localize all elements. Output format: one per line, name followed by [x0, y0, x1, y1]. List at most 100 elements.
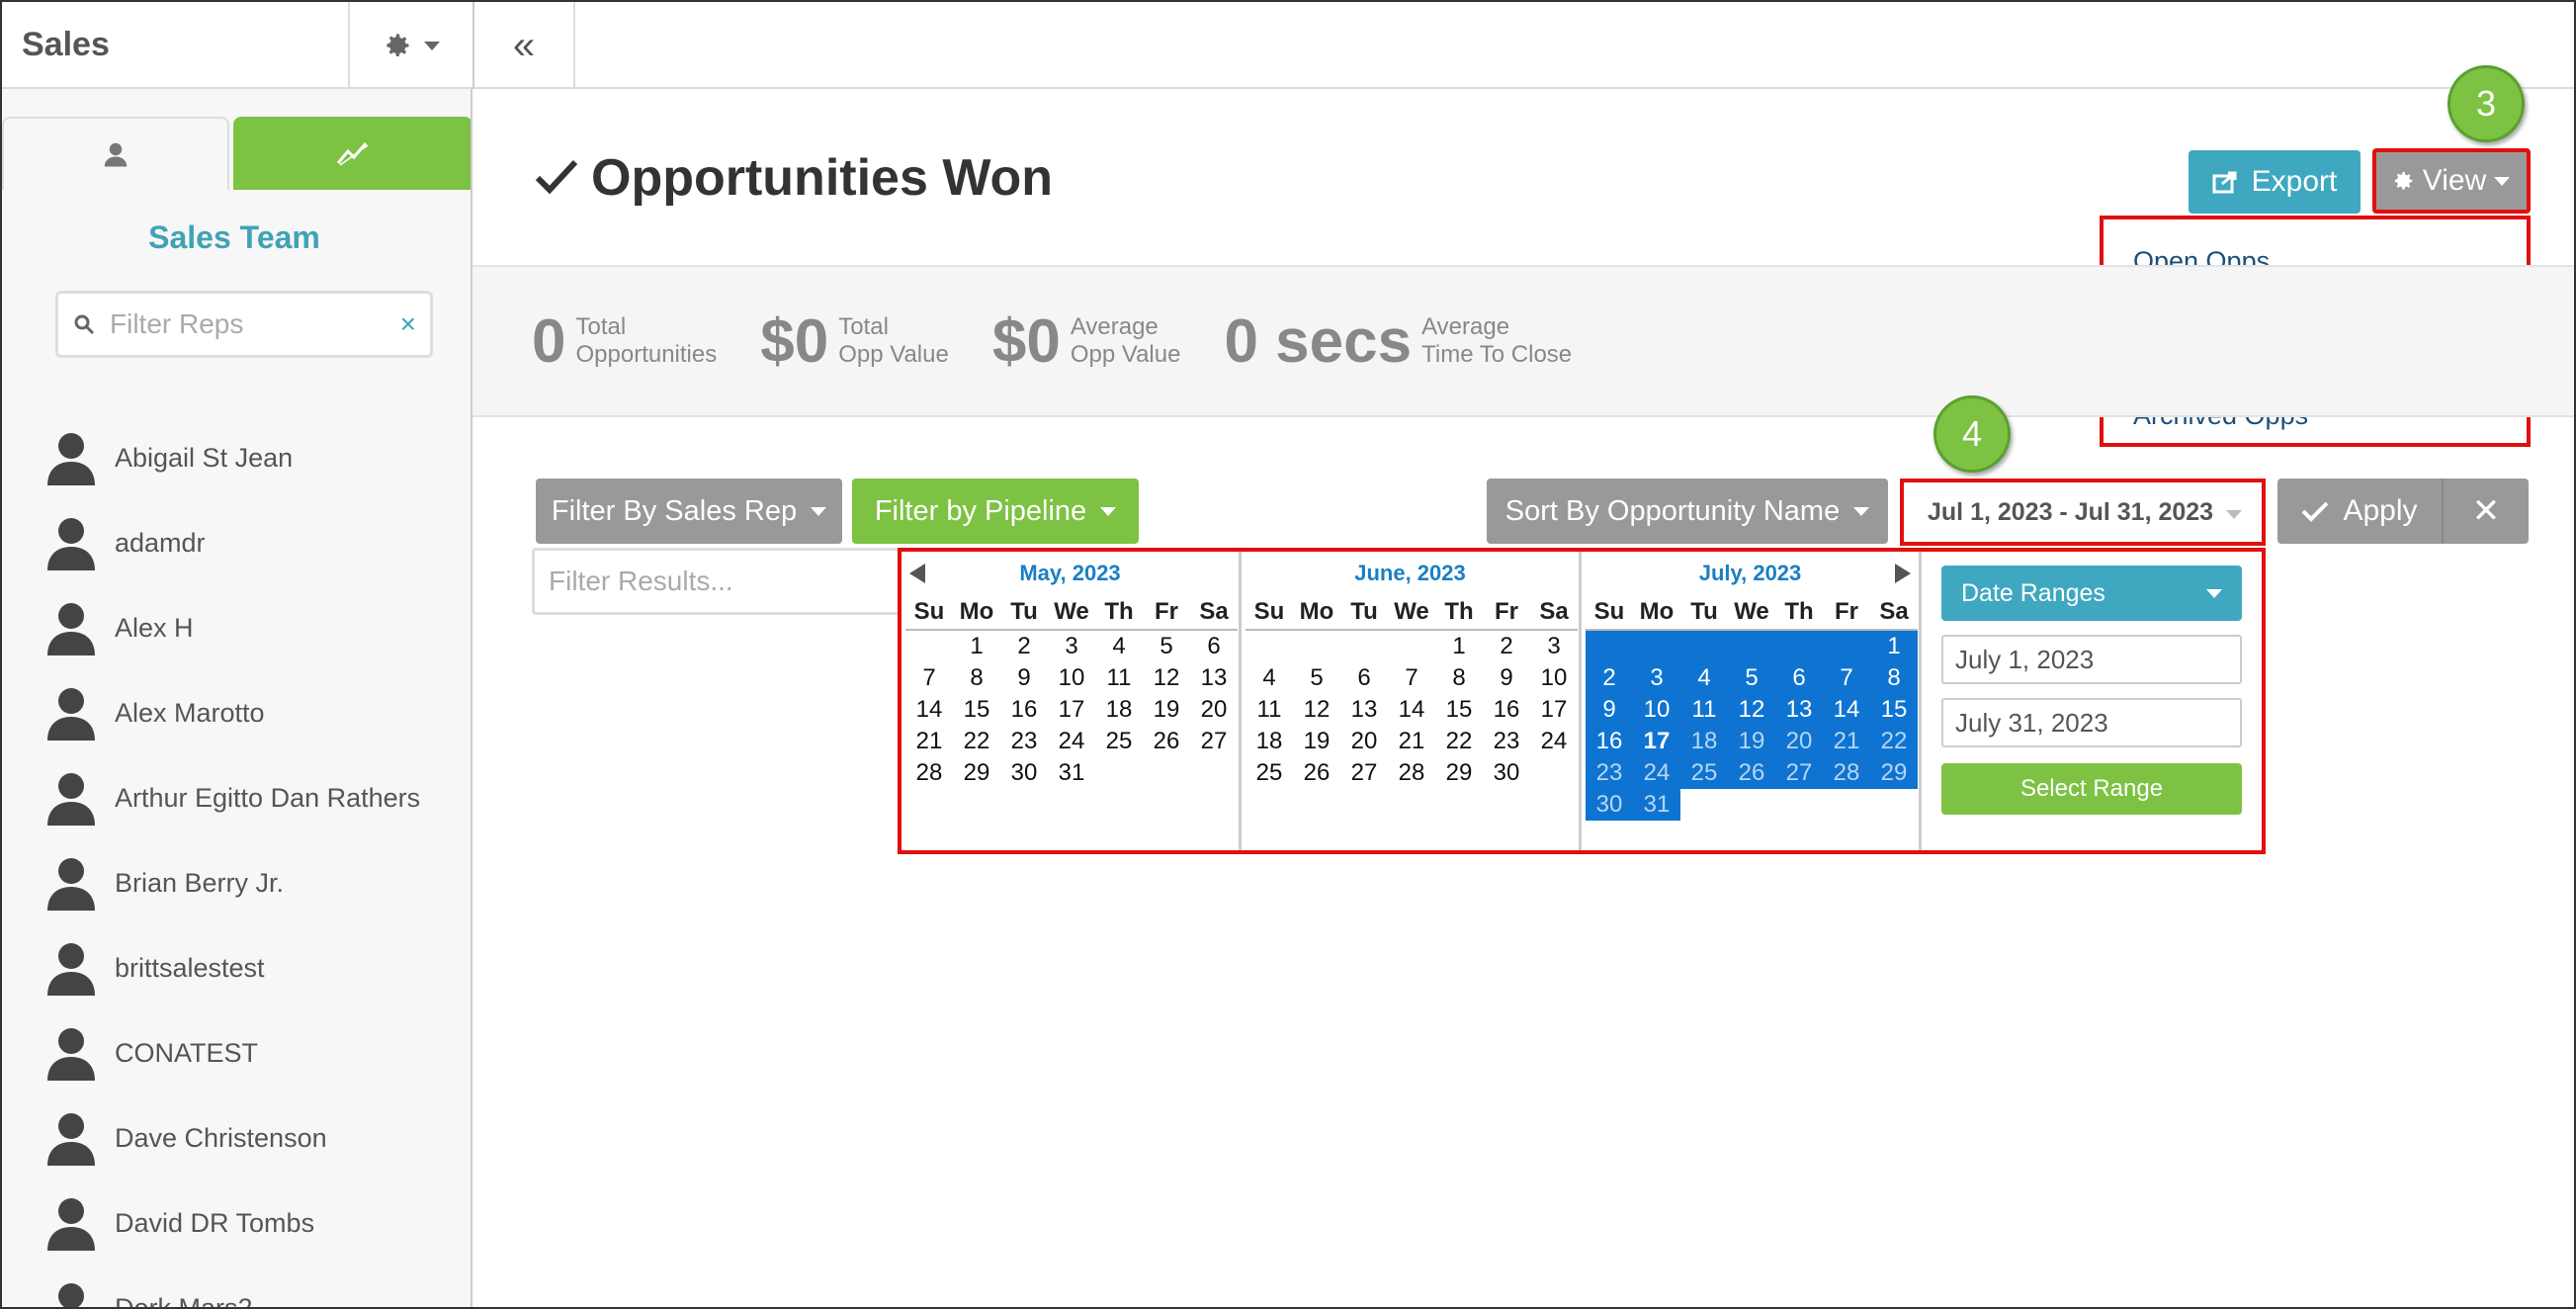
calendar-day[interactable]: 3: [1530, 631, 1578, 662]
calendar-day[interactable]: 10: [1048, 662, 1095, 694]
calendar-day[interactable]: 30: [1000, 757, 1048, 789]
end-date-input[interactable]: July 31, 2023: [1941, 698, 2242, 747]
calendar-day[interactable]: 6: [1190, 631, 1238, 662]
calendar-day[interactable]: 22: [953, 726, 1000, 757]
calendar-day[interactable]: 25: [1680, 757, 1728, 789]
calendar-day[interactable]: 12: [1293, 694, 1340, 726]
rep-list-item[interactable]: adamdr: [45, 500, 461, 585]
calendar-day[interactable]: 16: [1586, 726, 1633, 757]
clear-filters-button[interactable]: ✕: [2444, 479, 2529, 544]
calendar-day[interactable]: 24: [1048, 726, 1095, 757]
calendar-day[interactable]: 18: [1245, 726, 1293, 757]
rep-list-item[interactable]: David DR Tombs: [45, 1180, 461, 1265]
tab-reps[interactable]: [2, 117, 229, 190]
calendar-day[interactable]: 27: [1775, 757, 1823, 789]
calendar-day[interactable]: 11: [1680, 694, 1728, 726]
calendar-day[interactable]: 29: [1435, 757, 1483, 789]
calendar-day[interactable]: 29: [953, 757, 1000, 789]
calendar-day[interactable]: 5: [1143, 631, 1190, 662]
calendar-day[interactable]: 13: [1340, 694, 1388, 726]
next-month-icon[interactable]: [1895, 564, 1911, 583]
calendar-day[interactable]: 11: [1245, 694, 1293, 726]
rep-list-item[interactable]: Dave Christenson: [45, 1095, 461, 1180]
calendar-day[interactable]: 14: [1388, 694, 1435, 726]
rep-list-item[interactable]: Arthur Egitto Dan Rathers: [45, 755, 461, 840]
calendar-day[interactable]: 7: [1388, 662, 1435, 694]
calendar-day[interactable]: 31: [1633, 789, 1680, 821]
calendar-day[interactable]: 23: [1483, 726, 1530, 757]
calendar-day[interactable]: 11: [1095, 662, 1143, 694]
calendar-day[interactable]: 13: [1775, 694, 1823, 726]
calendar-day[interactable]: 2: [1483, 631, 1530, 662]
rep-list-item[interactable]: Derk Mars2: [45, 1265, 461, 1307]
calendar-day[interactable]: 25: [1095, 726, 1143, 757]
calendar-day[interactable]: 2: [1000, 631, 1048, 662]
calendar-day[interactable]: 8: [1435, 662, 1483, 694]
calendar-day[interactable]: 20: [1190, 694, 1238, 726]
calendar-day[interactable]: 15: [1435, 694, 1483, 726]
calendar-day[interactable]: 2: [1586, 662, 1633, 694]
calendar-day[interactable]: 19: [1728, 726, 1775, 757]
calendar-day[interactable]: 3: [1048, 631, 1095, 662]
filter-sales-rep-button[interactable]: Filter By Sales Rep: [536, 479, 842, 544]
apply-button[interactable]: Apply: [2277, 479, 2444, 544]
calendar-day[interactable]: 26: [1143, 726, 1190, 757]
calendar-day[interactable]: 25: [1245, 757, 1293, 789]
calendar-day[interactable]: 20: [1340, 726, 1388, 757]
calendar-day[interactable]: 29: [1870, 757, 1918, 789]
calendar-day[interactable]: 20: [1775, 726, 1823, 757]
calendar-day[interactable]: 24: [1633, 757, 1680, 789]
calendar-day[interactable]: 17: [1048, 694, 1095, 726]
calendar-day[interactable]: 4: [1245, 662, 1293, 694]
calendar-day[interactable]: 24: [1530, 726, 1578, 757]
calendar-day[interactable]: 7: [905, 662, 953, 694]
calendar-day[interactable]: 8: [1870, 662, 1918, 694]
calendar-day[interactable]: 28: [1823, 757, 1870, 789]
calendar-day[interactable]: 12: [1728, 694, 1775, 726]
calendar-day[interactable]: 5: [1728, 662, 1775, 694]
date-range-picker[interactable]: Jul 1, 2023 - Jul 31, 2023: [1900, 479, 2266, 546]
calendar-day[interactable]: 10: [1530, 662, 1578, 694]
rep-list-item[interactable]: Brian Berry Jr.: [45, 840, 461, 925]
calendar-day[interactable]: 30: [1586, 789, 1633, 821]
calendar-day[interactable]: 21: [1388, 726, 1435, 757]
filter-reps-input[interactable]: Filter Reps ×: [55, 291, 433, 358]
calendar-day[interactable]: 19: [1293, 726, 1340, 757]
rep-list-item[interactable]: brittsalestest: [45, 925, 461, 1010]
calendar-day[interactable]: 30: [1483, 757, 1530, 789]
calendar-day[interactable]: 3: [1633, 662, 1680, 694]
calendar-day[interactable]: 15: [1870, 694, 1918, 726]
calendar-day[interactable]: 1: [1435, 631, 1483, 662]
calendar-day[interactable]: 4: [1095, 631, 1143, 662]
calendar-day[interactable]: 27: [1190, 726, 1238, 757]
calendar-day[interactable]: 21: [1823, 726, 1870, 757]
calendar-day[interactable]: 4: [1680, 662, 1728, 694]
view-button[interactable]: View: [2372, 148, 2531, 214]
rep-list-item[interactable]: Abigail St Jean: [45, 415, 461, 500]
calendar-day[interactable]: 6: [1775, 662, 1823, 694]
rep-list-item[interactable]: CONATEST: [45, 1010, 461, 1095]
prev-month-icon[interactable]: [909, 564, 925, 583]
date-ranges-button[interactable]: Date Ranges: [1941, 566, 2242, 621]
calendar-day[interactable]: 10: [1633, 694, 1680, 726]
calendar-day[interactable]: 17: [1633, 726, 1680, 757]
calendar-day[interactable]: 31: [1048, 757, 1095, 789]
select-range-button[interactable]: Select Range: [1941, 763, 2242, 815]
collapse-sidebar-button[interactable]: «: [472, 2, 575, 89]
calendar-day[interactable]: 28: [905, 757, 953, 789]
calendar-day[interactable]: 9: [1483, 662, 1530, 694]
calendar-day[interactable]: 18: [1680, 726, 1728, 757]
calendar-day[interactable]: 1: [953, 631, 1000, 662]
rep-list-item[interactable]: Alex H: [45, 585, 461, 670]
calendar-day[interactable]: 19: [1143, 694, 1190, 726]
calendar-day[interactable]: 7: [1823, 662, 1870, 694]
calendar-day[interactable]: 13: [1190, 662, 1238, 694]
tab-stats[interactable]: [233, 117, 471, 190]
calendar-day[interactable]: 17: [1530, 694, 1578, 726]
calendar-day[interactable]: 26: [1293, 757, 1340, 789]
calendar-day[interactable]: 16: [1000, 694, 1048, 726]
export-button[interactable]: Export: [2189, 150, 2361, 214]
calendar-day[interactable]: 26: [1728, 757, 1775, 789]
settings-menu-button[interactable]: [348, 2, 474, 89]
clear-filter-icon[interactable]: ×: [400, 308, 416, 340]
